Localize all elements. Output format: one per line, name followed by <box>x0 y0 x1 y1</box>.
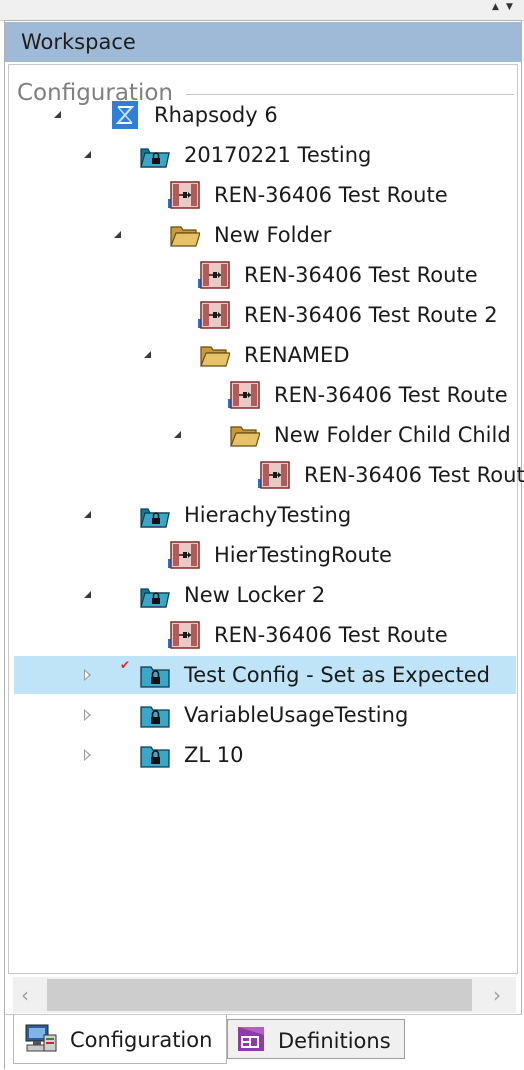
expanded-arrow-icon[interactable] <box>54 111 61 118</box>
expanded-arrow-icon[interactable] <box>114 231 121 238</box>
collapsed-arrow-icon[interactable] <box>84 709 91 721</box>
panel-title: Workspace <box>21 30 136 54</box>
tree-node[interactable]: REN-36406 Test Route <box>14 456 524 494</box>
rhapsody-logo-icon <box>112 101 138 129</box>
scroll-right-icon[interactable]: › <box>493 983 501 1007</box>
tree-node[interactable]: 20170221 Testing <box>14 136 516 174</box>
tree-node[interactable]: REN-36406 Test Route <box>14 616 516 654</box>
locker-locked-icon <box>140 706 170 728</box>
tree-node[interactable]: REN-36406 Test Route <box>14 376 516 414</box>
route-icon <box>170 541 200 569</box>
configuration-computer-icon <box>25 1024 57 1052</box>
checkmark-icon: ✔ <box>120 658 131 672</box>
route-icon <box>230 381 260 409</box>
collapsed-arrow-icon[interactable] <box>84 669 91 681</box>
horizontal-scrollbar[interactable]: ‹ › <box>13 977 516 1013</box>
tree-node-label: New Locker 2 <box>184 583 326 607</box>
tree-node[interactable]: VariableUsageTesting <box>14 696 516 734</box>
expanded-arrow-icon[interactable] <box>84 591 91 598</box>
tree-node-label: REN-36406 Test Route <box>214 623 448 647</box>
tree-node[interactable]: New Locker 2 <box>14 576 516 614</box>
tree-node-label: Rhapsody 6 <box>154 103 278 127</box>
route-icon <box>260 461 290 489</box>
tab-definitions-label: Definitions <box>278 1029 391 1053</box>
scroll-left-icon[interactable]: ‹ <box>21 983 29 1007</box>
bottom-tab-strip: Configuration Definitions <box>5 1014 522 1070</box>
locker-open-icon <box>140 508 170 528</box>
tree-node[interactable]: REN-36406 Test Route <box>14 176 516 214</box>
folder-open-icon <box>230 426 260 447</box>
tab-definitions[interactable]: Definitions <box>227 1019 405 1059</box>
locker-open-icon <box>140 588 170 608</box>
definitions-icon <box>238 1027 264 1051</box>
expanded-arrow-icon[interactable] <box>144 351 151 358</box>
tree-node[interactable]: ZL 10 <box>14 736 516 774</box>
tree-node[interactable]: REN-36406 Test Route <box>14 256 516 294</box>
expanded-arrow-icon[interactable] <box>174 431 181 438</box>
route-icon <box>200 261 230 289</box>
tree-node[interactable]: REN-36406 Test Route 2 <box>14 296 516 334</box>
locker-locked-icon <box>140 666 170 688</box>
tree-node-label: 20170221 Testing <box>184 143 372 167</box>
tree-node[interactable]: New Folder Child Child <box>14 416 516 454</box>
tree-node[interactable]: Rhapsody 6 <box>14 96 516 134</box>
expanded-arrow-icon[interactable] <box>84 511 91 518</box>
tree-node[interactable]: HierTestingRoute <box>14 536 516 574</box>
locker-open-icon <box>140 148 170 168</box>
tree-node-label: Test Config - Set as Expected <box>184 663 490 687</box>
folder-open-icon <box>170 226 200 247</box>
tab-configuration-label: Configuration <box>70 1028 213 1052</box>
route-icon <box>200 301 230 329</box>
tree-node-label: REN-36406 Test Route <box>304 463 524 487</box>
tree-node-label: REN-36406 Test Route <box>274 383 508 407</box>
tree-node-label: New Folder <box>214 223 332 247</box>
tree-node-label: REN-36406 Test Route <box>244 263 478 287</box>
tree-node-label: RENAMED <box>244 343 350 367</box>
tab-configuration[interactable]: Configuration <box>13 1015 227 1064</box>
route-icon <box>170 181 200 209</box>
route-icon <box>170 621 200 649</box>
tree-node[interactable]: HierachyTesting <box>14 496 516 534</box>
tree-node-label: ZL 10 <box>184 743 244 767</box>
scrollbar-thumb[interactable] <box>47 979 472 1011</box>
tree-node-label: REN-36406 Test Route 2 <box>244 303 498 327</box>
minimize-arrow-icon[interactable]: ▲ <box>492 2 499 12</box>
tree-node-label: HierTestingRoute <box>214 543 392 567</box>
tree-node-label: New Folder Child Child <box>274 423 511 447</box>
folder-open-icon <box>200 346 230 367</box>
tree-node[interactable]: ✔ Test Config - Set as Expected <box>14 656 516 694</box>
locker-locked-icon <box>140 746 170 768</box>
tree-node-label: HierachyTesting <box>184 503 352 527</box>
window-title-bar: ▲ ▼ <box>0 0 524 21</box>
close-icon[interactable]: ▼ <box>506 2 513 12</box>
workspace-header: Workspace <box>5 22 522 62</box>
tree-node[interactable]: RENAMED <box>14 336 516 374</box>
expanded-arrow-icon[interactable] <box>84 151 91 158</box>
group-divider <box>186 94 514 95</box>
tree-node-label: VariableUsageTesting <box>184 703 409 727</box>
collapsed-arrow-icon[interactable] <box>84 749 91 761</box>
tree-node-label: REN-36406 Test Route <box>214 183 448 207</box>
tree-node[interactable]: New Folder <box>14 216 516 254</box>
